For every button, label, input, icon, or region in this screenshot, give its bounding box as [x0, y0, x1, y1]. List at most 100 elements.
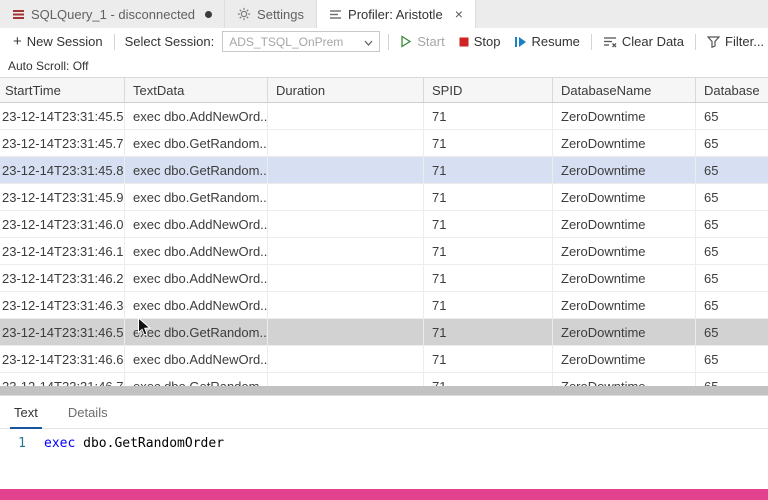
table-row[interactable]: 23-12-14T23:31:45.7... exec dbo.GetRandom…: [0, 130, 768, 157]
grid-cell[interactable]: 71: [424, 292, 553, 318]
grid-cell[interactable]: 71: [424, 319, 553, 345]
grid-cell[interactable]: exec dbo.AddNewOrd...: [125, 211, 268, 237]
grid-cell[interactable]: 65: [696, 373, 768, 387]
grid-cell[interactable]: 23-12-14T23:31:46.1...: [0, 238, 125, 264]
grid-cell[interactable]: 65: [696, 292, 768, 318]
grid-cell[interactable]: 23-12-14T23:31:45.8...: [0, 157, 125, 183]
tab-text[interactable]: Text: [10, 396, 42, 429]
grid-cell[interactable]: [268, 373, 424, 386]
grid-cell[interactable]: 23-12-14T23:31:46.2...: [0, 265, 125, 291]
grid-cell[interactable]: 65: [696, 238, 768, 264]
tab-sqlquery[interactable]: SQLQuery_1 - disconnected: [0, 0, 226, 28]
grid-cell[interactable]: 23-12-14T23:31:46.0...: [0, 211, 125, 237]
grid-cell[interactable]: ZeroDowntime: [553, 184, 696, 210]
grid-cell[interactable]: 65: [696, 319, 768, 345]
grid-cell[interactable]: [268, 157, 424, 183]
resume-button[interactable]: Resume: [507, 34, 586, 49]
grid-cell[interactable]: [268, 346, 424, 372]
column-header-databasename[interactable]: DatabaseName: [553, 78, 696, 102]
grid-cell[interactable]: 65: [696, 346, 768, 372]
grid-cell[interactable]: ZeroDowntime: [553, 292, 696, 318]
grid-cell[interactable]: exec dbo.GetRandom...: [125, 319, 268, 345]
grid-cell[interactable]: ZeroDowntime: [553, 346, 696, 372]
auto-scroll-toggle[interactable]: Auto Scroll: Off: [0, 55, 768, 77]
grid-cell[interactable]: ZeroDowntime: [553, 103, 696, 129]
grid-cell[interactable]: 65: [696, 103, 768, 129]
grid-cell[interactable]: ZeroDowntime: [553, 130, 696, 156]
grid-cell[interactable]: 23-12-14T23:31:46.5...: [0, 319, 125, 345]
grid-cell[interactable]: exec dbo.GetRandom...: [125, 157, 268, 183]
grid-cell[interactable]: exec dbo.AddNewOrd...: [125, 238, 268, 264]
grid-cell[interactable]: 65: [696, 184, 768, 210]
grid-cell[interactable]: [268, 238, 424, 264]
table-row[interactable]: 23-12-14T23:31:46.7... exec dbo.GetRandom…: [0, 373, 768, 386]
grid-cell[interactable]: 65: [696, 211, 768, 237]
tab-details[interactable]: Details: [68, 396, 108, 428]
close-icon[interactable]: ×: [455, 7, 463, 21]
column-header-starttime[interactable]: StartTime: [0, 78, 125, 102]
grid-cell[interactable]: 71: [424, 184, 553, 210]
grid-cell[interactable]: [268, 265, 424, 291]
grid-cell[interactable]: ZeroDowntime: [553, 157, 696, 183]
table-row[interactable]: 23-12-14T23:31:46.1... exec dbo.AddNewOrd…: [0, 238, 768, 265]
grid-cell[interactable]: 23-12-14T23:31:45.7...: [0, 130, 125, 156]
grid-cell[interactable]: 71: [424, 157, 553, 183]
horizontal-scrollbar[interactable]: [0, 386, 768, 395]
grid-cell[interactable]: ZeroDowntime: [553, 319, 696, 345]
text-viewer[interactable]: 1 exec dbo.GetRandomOrder: [0, 429, 768, 452]
tab-profiler[interactable]: Profiler: Aristotle ×: [317, 0, 476, 28]
grid-cell[interactable]: ZeroDowntime: [553, 211, 696, 237]
grid-cell[interactable]: 23-12-14T23:31:46.6...: [0, 346, 125, 372]
scrollbar-thumb[interactable]: [0, 386, 768, 395]
grid-cell[interactable]: exec dbo.AddNewOrd...: [125, 346, 268, 372]
table-row[interactable]: 23-12-14T23:31:46.2... exec dbo.AddNewOrd…: [0, 265, 768, 292]
grid-cell[interactable]: ZeroDowntime: [553, 265, 696, 291]
grid-cell[interactable]: [268, 211, 424, 237]
table-row[interactable]: 23-12-14T23:31:45.5... exec dbo.AddNewOrd…: [0, 103, 768, 130]
column-header-spid[interactable]: SPID: [424, 78, 553, 102]
table-row[interactable]: 23-12-14T23:31:46.5... exec dbo.GetRandom…: [0, 319, 768, 346]
grid-cell[interactable]: 65: [696, 130, 768, 156]
grid-cell[interactable]: exec dbo.GetRandom...: [125, 130, 268, 156]
grid-cell[interactable]: [268, 292, 424, 318]
filter-button[interactable]: Filter...: [700, 34, 768, 49]
grid-cell[interactable]: 71: [424, 103, 553, 129]
grid-cell[interactable]: ZeroDowntime: [553, 238, 696, 264]
grid-cell[interactable]: exec dbo.GetRandom...: [125, 373, 268, 386]
start-button[interactable]: Start: [393, 34, 451, 49]
stop-button[interactable]: Stop: [452, 34, 508, 49]
tab-settings[interactable]: Settings: [225, 0, 318, 28]
column-header-database[interactable]: Database: [696, 78, 768, 102]
grid-cell[interactable]: exec dbo.AddNewOrd...: [125, 103, 268, 129]
table-row[interactable]: 23-12-14T23:31:46.3... exec dbo.AddNewOrd…: [0, 292, 768, 319]
table-row[interactable]: 23-12-14T23:31:45.9... exec dbo.GetRandom…: [0, 184, 768, 211]
grid-cell[interactable]: [268, 319, 424, 345]
grid-cell[interactable]: 23-12-14T23:31:46.3...: [0, 292, 125, 318]
grid-cell[interactable]: 71: [424, 238, 553, 264]
column-header-duration[interactable]: Duration: [268, 78, 424, 102]
session-select[interactable]: ADS_TSQL_OnPrem: [222, 31, 381, 52]
table-row[interactable]: 23-12-14T23:31:46.0... exec dbo.AddNewOrd…: [0, 211, 768, 238]
grid-cell[interactable]: ZeroDowntime: [553, 373, 696, 386]
grid-cell[interactable]: 71: [424, 130, 553, 156]
grid-cell[interactable]: 71: [424, 265, 553, 291]
table-row[interactable]: 23-12-14T23:31:45.8... exec dbo.GetRandom…: [0, 157, 768, 184]
grid-cell[interactable]: 65: [696, 157, 768, 183]
grid-cell[interactable]: exec dbo.AddNewOrd...: [125, 265, 268, 291]
column-header-textdata[interactable]: TextData: [125, 78, 268, 102]
grid-cell[interactable]: [268, 103, 424, 129]
grid-cell[interactable]: 71: [424, 211, 553, 237]
grid-cell[interactable]: exec dbo.GetRandom...: [125, 184, 268, 210]
grid-cell[interactable]: 71: [424, 346, 553, 372]
grid-cell[interactable]: [268, 184, 424, 210]
grid-cell[interactable]: 23-12-14T23:31:46.7...: [0, 373, 125, 386]
grid-cell[interactable]: 23-12-14T23:31:45.9...: [0, 184, 125, 210]
new-session-button[interactable]: + New Session: [6, 34, 110, 49]
grid-cell[interactable]: 65: [696, 265, 768, 291]
grid-cell[interactable]: [268, 130, 424, 156]
grid-cell[interactable]: 23-12-14T23:31:45.5...: [0, 103, 125, 129]
clear-data-button[interactable]: Clear Data: [596, 34, 691, 49]
grid-cell[interactable]: 71: [424, 373, 553, 386]
table-row[interactable]: 23-12-14T23:31:46.6... exec dbo.AddNewOrd…: [0, 346, 768, 373]
grid-cell[interactable]: exec dbo.AddNewOrd...: [125, 292, 268, 318]
